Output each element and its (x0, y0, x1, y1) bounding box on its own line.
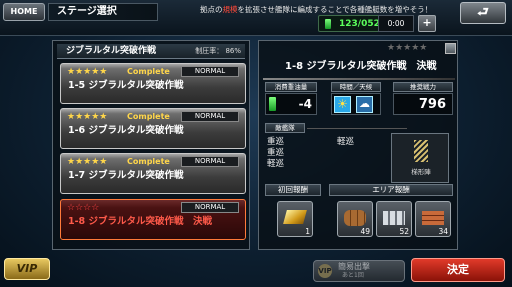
difficulty-badge: NORMAL (181, 202, 239, 213)
reward-count: 52 (399, 227, 409, 236)
conquest-rate: 制圧率： 86% (195, 46, 241, 57)
detail-stage-title: 1-8 ジブラルタル突破作戦 決戦 (285, 61, 437, 72)
formation-box: 梯形陣 (391, 133, 449, 183)
reward-slot-gold[interactable]: 1 (277, 201, 313, 237)
operation-title: ジブラルタル突破作戦 (66, 46, 157, 56)
fuel-cost-value: -4 (298, 97, 312, 111)
stage-list-header: ジブラルタル突破作戦 制圧率： 86% (57, 44, 245, 59)
enemy-fleet-label: 敵艦隊 (265, 123, 305, 133)
wood-icon (344, 210, 366, 226)
reward-count: 49 (360, 227, 370, 236)
difficulty-badge: NORMAL (181, 66, 239, 77)
banner-text-pre: 拠点の (200, 5, 223, 14)
fuel-value: 123/052 (339, 19, 380, 29)
stage-name: 1-5 ジブラルタル突破作戦 (68, 80, 184, 91)
reward-slot-wood[interactable]: 49 (337, 201, 373, 237)
reward-slot-brick[interactable]: 34 (415, 201, 451, 237)
reward-count: 34 (438, 227, 448, 236)
gold-bar-icon (283, 210, 307, 224)
screen-title: ステージ選択 (48, 3, 158, 21)
stage-name: 1-8 ジブラルタル突破作戦 決戦 (68, 216, 212, 227)
stage-stars: ☆☆☆☆ (67, 203, 100, 213)
enemy-ship: 軽巡 (267, 159, 285, 169)
stage-item-1-5[interactable]: ★★★★★ Complete NORMAL 1-5 ジブラルタル突破作戦 (60, 63, 246, 104)
stage-item-1-7[interactable]: ★★★★★ Complete NORMAL 1-7 ジブラルタル突破作戦 (60, 153, 246, 194)
power-box: 796 (393, 93, 453, 115)
complete-badge: Complete (127, 157, 170, 166)
title-divider (263, 78, 455, 80)
echelon-formation-icon (414, 140, 428, 162)
area-reward-label: エリア報酬 (329, 184, 453, 196)
stage-item-1-6[interactable]: ★★★★★ Complete NORMAL 1-6 ジブラルタル突破作戦 (60, 108, 246, 149)
weather-label: 時間／天候 (331, 82, 381, 92)
enemy-ship: 重巡 (267, 137, 285, 147)
fleet-divider (307, 128, 407, 129)
steel-icon (383, 211, 405, 225)
fuel-cost-label: 消費重油量 (265, 82, 317, 92)
home-button[interactable]: HOME (3, 3, 45, 21)
stage-name: 1-7 ジブラルタル突破作戦 (68, 170, 184, 181)
stage-list-panel: ジブラルタル突破作戦 制圧率： 86% ★★★★★ Complete NORMA… (52, 40, 250, 250)
vip-button[interactable]: VIP (4, 258, 50, 280)
back-button[interactable]: ⮐ (460, 2, 506, 24)
stage-stars: ★★★★★ (67, 157, 108, 167)
simple-sortie-label: 簡易出撃 (338, 262, 370, 271)
difficulty-badge: NORMAL (181, 111, 239, 122)
stage-stars: ★★★★★ (67, 67, 108, 77)
stage-name: 1-6 ジブラルタル突破作戦 (68, 125, 184, 136)
difficulty-badge: NORMAL (181, 156, 239, 167)
sun-icon: ☀ (334, 96, 351, 113)
simple-sortie-remaining: あと1回 (342, 272, 364, 279)
complete-badge: Complete (127, 67, 170, 76)
recovery-timer: 0:00 (378, 15, 414, 32)
enemy-ship: 重巡 (267, 148, 285, 158)
detail-stars: ★★★★★ (387, 43, 428, 53)
conquest-rate-value: 86% (225, 47, 241, 55)
stage-stars: ★★★★★ (67, 112, 108, 122)
fuel-icon (325, 19, 331, 29)
corner-ornament (445, 43, 456, 54)
confirm-button[interactable]: 決定 (411, 258, 505, 282)
stage-item-1-8[interactable]: ☆☆☆☆ NORMAL 1-8 ジブラルタル突破作戦 決戦 (60, 199, 246, 240)
power-label: 推奨戦力 (393, 82, 453, 92)
fuel-icon (269, 97, 276, 111)
banner-text-post: を拡張させ艦隊に編成することで各種艦艇数を増やそう！ (237, 5, 433, 14)
brick-icon (422, 211, 444, 225)
complete-badge: Complete (127, 112, 170, 121)
banner-highlight: 規模 (222, 5, 238, 14)
fuel-cost-box: -4 (265, 93, 317, 115)
weather-box: ☀ ☁ (331, 93, 381, 115)
simple-sortie-button[interactable]: VIP 簡易出撃 あと1回 (313, 260, 405, 282)
vip-badge-icon: VIP (318, 264, 332, 278)
cloud-icon: ☁ (356, 96, 373, 113)
reward-slot-steel[interactable]: 52 (376, 201, 412, 237)
formation-name: 梯形陣 (411, 168, 431, 176)
enemy-ship: 軽巡 (337, 137, 355, 147)
conquest-rate-label: 制圧率： (195, 47, 224, 55)
reward-count: 1 (305, 227, 310, 236)
stage-detail-panel: ★★★★★ 1-8 ジブラルタル突破作戦 決戦 消費重油量 -4 時間／天候 ☀… (258, 40, 458, 250)
power-value: 796 (418, 97, 446, 112)
first-reward-label: 初回報酬 (265, 184, 321, 196)
add-fuel-button[interactable]: + (418, 15, 436, 32)
top-bar: HOME ステージ選択 拠点の規模を拡張させ艦隊に編成することで各種艦艇数を増や… (0, 0, 512, 36)
